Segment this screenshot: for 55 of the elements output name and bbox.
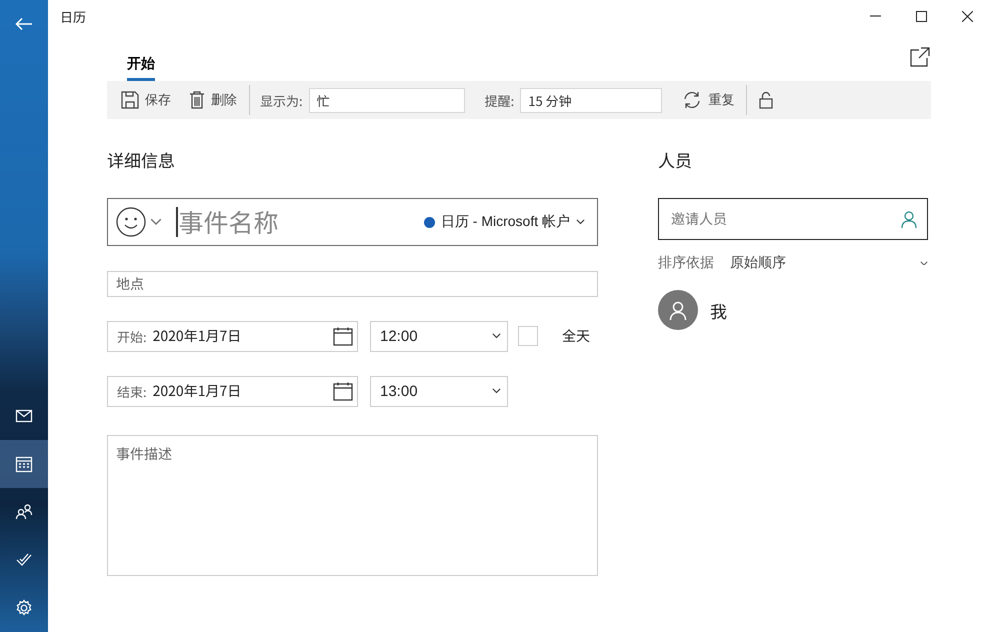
mail-icon [15,407,33,425]
person-icon [669,300,687,320]
save-icon [121,91,139,109]
chevron-down-icon [492,388,501,394]
chevron-down-icon [150,218,162,226]
time-dropdown[interactable]: 13:00 [370,376,508,407]
reminder-field[interactable]: 15 分钟 [520,88,662,112]
date-label: 开始: [117,326,147,346]
maximize-icon [916,10,926,22]
event-name-field[interactable]: 事件名称 [178,203,424,242]
location-field[interactable]: 地点 [107,271,598,297]
person-icon [901,210,917,228]
all-day-checkbox[interactable] [518,326,538,346]
date-label: 结束: [117,382,147,401]
chevron-down-icon [920,260,928,266]
date-value: 2020年1月7日 [152,326,242,346]
description-field[interactable]: 事件描述 [107,434,598,576]
minimize-icon [870,15,880,17]
chevron-down-icon [576,219,585,225]
section-heading: 详细信息 [107,147,176,172]
repeat-button[interactable]: 重复 [676,87,740,113]
calendar-dropdown[interactable]: 日历 - Microsoft 帐户 [424,213,585,232]
date-picker[interactable]: 开始: 2020年1月7日 [107,320,358,352]
date-picker[interactable]: 结束: 2020年1月7日 [107,376,358,407]
all-day-label: 全天 [562,326,590,346]
pop-out-button[interactable] [909,47,931,69]
emoji-button[interactable] [116,207,162,238]
attendee-name: 我 [710,298,727,322]
trash-icon [189,91,205,109]
repeat-icon [682,91,702,109]
settings-icon [15,599,33,617]
sidebar-item[interactable] [0,440,48,488]
time-dropdown[interactable]: 12:00 [370,320,508,352]
invite-field[interactable]: 邀请人员 [658,198,928,240]
calendar-icon [333,382,353,401]
section-heading: 人员 [658,147,693,172]
lock-icon [759,91,774,109]
calendar-icon [333,326,353,346]
show-as-field[interactable]: 忙 [308,88,465,112]
people-icon [15,503,33,521]
save-button[interactable]: 保存 [115,87,177,113]
calendar-icon [15,455,33,473]
smiley-icon [116,207,146,238]
pop-out-icon [910,47,930,67]
reminder-label: 提醒: [484,90,514,110]
window-title: 日历 [60,6,88,26]
close-icon [962,10,972,22]
delete-button[interactable]: 删除 [183,87,243,113]
back-arrow-icon [15,17,33,31]
chevron-down-icon [492,333,501,339]
show-as-label: 显示为: [260,90,303,110]
date-value: 2020年1月7日 [152,381,242,402]
text-cursor [176,207,178,238]
sort-dropdown[interactable]: 排序依据 原始顺序 [658,254,928,272]
event-title-panel[interactable]: 事件名称 日历 - Microsoft 帐户 [107,198,598,246]
